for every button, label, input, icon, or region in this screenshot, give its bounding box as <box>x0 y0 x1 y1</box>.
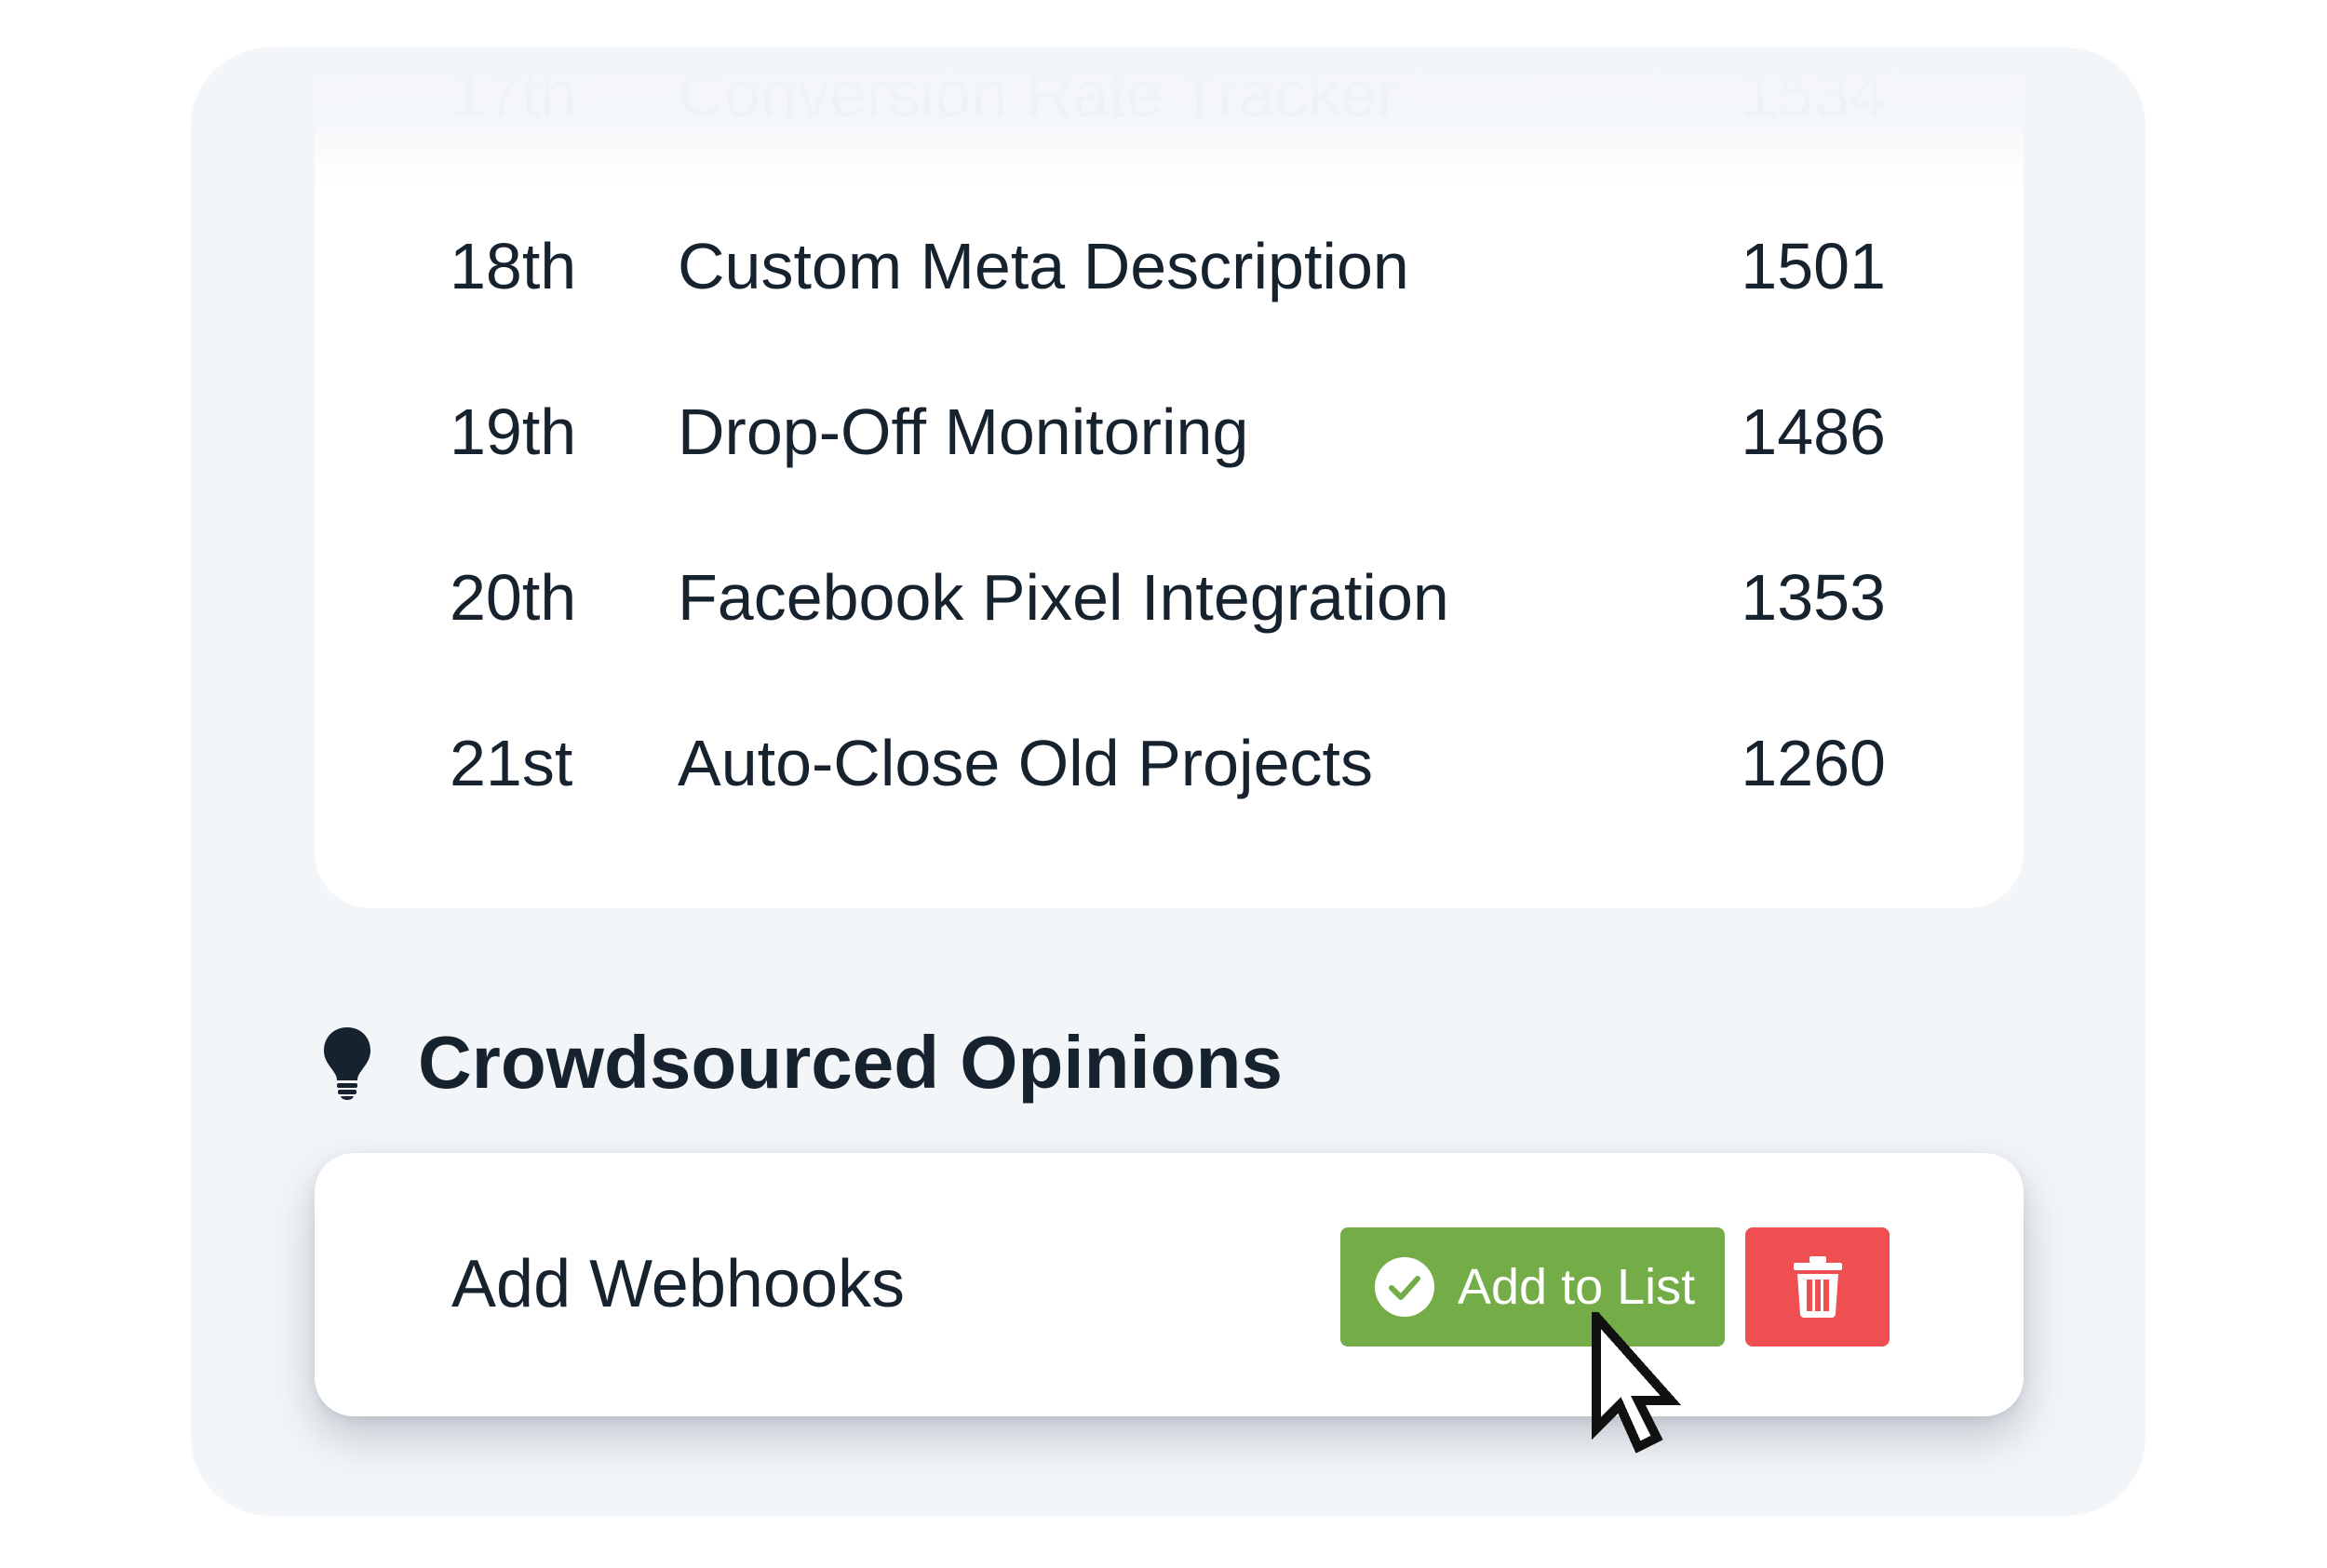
vote-count: 1534 <box>1741 58 1886 130</box>
vote-count: 1501 <box>1741 230 1886 302</box>
delete-button[interactable] <box>1745 1227 1890 1347</box>
feature-name: Drop-Off Monitoring <box>678 395 1249 468</box>
list-item[interactable]: 20th Facebook Pixel Integration 1353 <box>315 546 2024 649</box>
rank-label: 21st <box>450 727 573 799</box>
section-title: Crowdsourced Opinions <box>418 1021 1283 1104</box>
opinion-label: Add Webhooks <box>451 1247 905 1321</box>
rank-label: 18th <box>450 230 577 302</box>
list-item[interactable]: 19th Drop-Off Monitoring 1486 <box>315 381 2024 483</box>
vote-count: 1353 <box>1741 561 1886 634</box>
feature-name: Conversion Rate Tracker <box>678 58 1399 130</box>
feature-name: Custom Meta Description <box>678 230 1409 302</box>
vote-count: 1260 <box>1741 727 1886 799</box>
opinion-card: Add Webhooks Add to List <box>315 1153 2024 1416</box>
rank-label: 19th <box>450 395 577 468</box>
feature-name: Facebook Pixel Integration <box>678 561 1449 634</box>
lightbulb-icon <box>324 1027 370 1100</box>
list-item[interactable]: 17th Conversion Rate Tracker 1534 <box>315 47 2024 145</box>
section-header: Crowdsourced Opinions <box>321 1012 1283 1114</box>
mouse-cursor-icon <box>1592 1312 1682 1454</box>
rank-label: 17th <box>450 58 577 130</box>
check-circle-icon <box>1375 1257 1434 1317</box>
list-item[interactable]: 18th Custom Meta Description 1501 <box>315 215 2024 317</box>
feature-name: Auto-Close Old Projects <box>678 727 1373 799</box>
rank-label: 20th <box>450 561 577 634</box>
list-item[interactable]: 21st Auto-Close Old Projects 1260 <box>315 712 2024 814</box>
main-panel: 17th Conversion Rate Tracker 1534 18th C… <box>191 47 2145 1516</box>
ranking-list: 17th Conversion Rate Tracker 1534 18th C… <box>315 47 2024 908</box>
trash-icon <box>1793 1256 1842 1318</box>
add-to-list-label: Add to List <box>1458 1259 1696 1315</box>
vote-count: 1486 <box>1741 395 1886 468</box>
